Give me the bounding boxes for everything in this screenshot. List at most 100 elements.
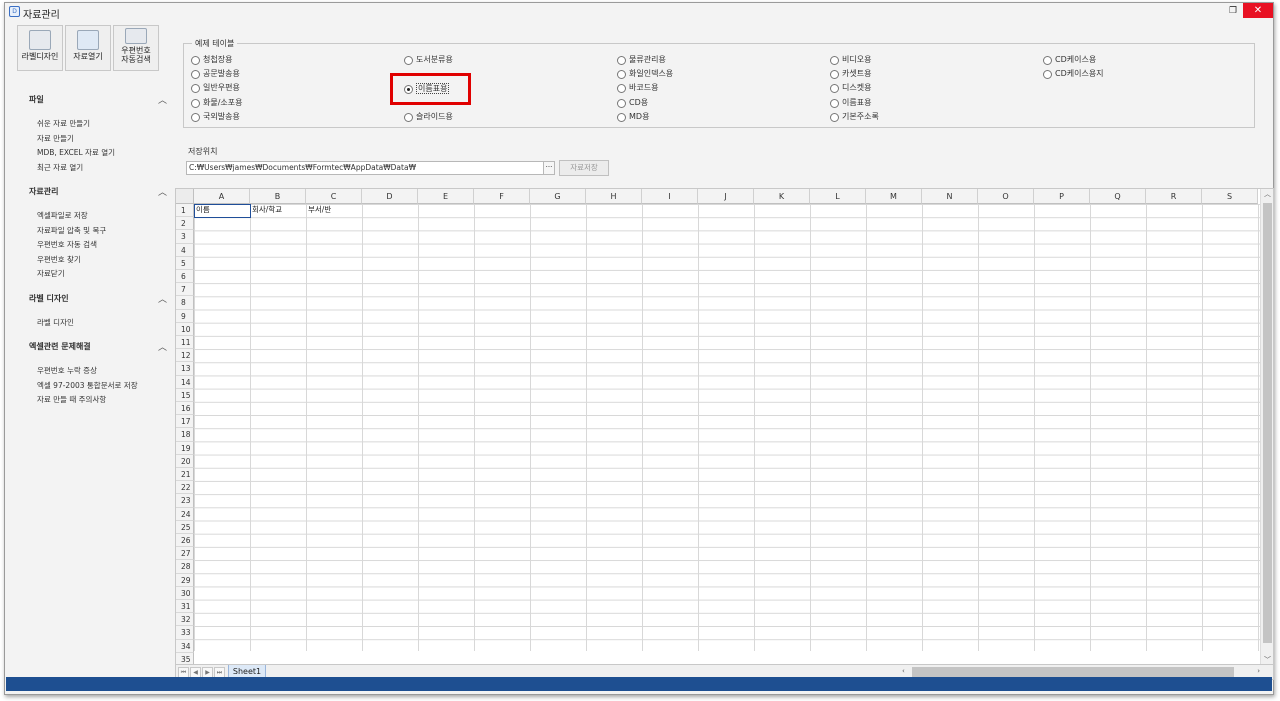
save-data-button[interactable]: 자료저장 [559,160,609,176]
column-header[interactable]: M [866,189,922,204]
cell-C1[interactable]: 부서/반 [306,204,362,217]
radio-option[interactable]: 디스켓용 [830,82,871,94]
radio-option[interactable]: 슬라이드용 [404,111,453,123]
row-header[interactable]: 4 [176,243,194,257]
chevron-up-icon[interactable]: ︿ [158,292,167,305]
row-header[interactable]: 22 [176,481,194,495]
row-header[interactable]: 5 [176,256,194,270]
column-header[interactable]: A [194,189,250,204]
column-header[interactable]: D [362,189,418,204]
row-header[interactable]: 1 [176,204,194,218]
sidebar-item[interactable]: 자료닫기 [29,267,169,282]
row-header[interactable]: 12 [176,349,194,363]
restore-icon[interactable]: ❐ [1227,6,1239,17]
sidebar-item[interactable]: 최근 자료 열기 [29,161,169,176]
cell-grid[interactable] [194,204,1262,651]
scroll-right-icon[interactable]: › [1257,667,1260,675]
vertical-scroll-thumb[interactable] [1263,203,1272,643]
cell-B1[interactable]: 회사/학교 [250,204,306,217]
row-header[interactable]: 2 [176,217,194,231]
column-header[interactable]: B [250,189,306,204]
row-header[interactable]: 30 [176,586,194,600]
radio-option[interactable]: 물류관리용 [617,54,666,66]
column-header[interactable]: J [698,189,754,204]
row-header[interactable]: 33 [176,626,194,640]
radio-option[interactable]: 화일인덱스용 [617,68,673,80]
row-header[interactable]: 16 [176,402,194,416]
column-header[interactable]: H [586,189,642,204]
column-header[interactable]: E [418,189,474,204]
sidebar-item[interactable]: 자료 만들 때 주의사항 [29,393,169,408]
radio-option[interactable]: 청첩장용 [191,54,232,66]
radio-option[interactable]: 화물/소포용 [191,97,243,109]
row-header[interactable]: 34 [176,639,194,653]
row-header[interactable]: 24 [176,507,194,521]
radio-option[interactable]: MD용 [617,111,649,123]
sidebar-item[interactable]: 라벨 디자인 [29,316,169,331]
row-header[interactable]: 11 [176,336,194,350]
row-header[interactable]: 8 [176,296,194,310]
radio-option[interactable]: CD용 [617,97,648,109]
sidebar-item[interactable]: 우편번호 누락 증상 [29,364,169,379]
row-header[interactable]: 14 [176,375,194,389]
column-header[interactable]: S [1202,189,1258,204]
row-header[interactable]: 29 [176,573,194,587]
row-header[interactable]: 10 [176,322,194,336]
chevron-up-icon[interactable]: ︿ [158,93,167,106]
row-header[interactable]: 28 [176,560,194,574]
column-header[interactable]: Q [1090,189,1146,204]
column-header[interactable]: O [978,189,1034,204]
row-header[interactable]: 6 [176,270,194,284]
sidebar-item[interactable]: 자료파일 압축 및 복구 [29,224,169,239]
row-header[interactable]: 18 [176,428,194,442]
select-all-corner[interactable] [176,189,194,204]
radio-option[interactable]: 도서분류용 [404,54,453,66]
column-header[interactable]: G [530,189,586,204]
column-header[interactable]: L [810,189,866,204]
radio-option[interactable]: CD케이스용지 [1043,68,1104,80]
sidebar-group-title[interactable]: 라벨 디자인 [29,292,169,306]
close-button[interactable]: ✕ [1243,3,1273,18]
label-design-button[interactable]: 라벨디자인 [17,25,63,71]
column-header[interactable]: R [1146,189,1202,204]
radio-option[interactable]: 국외발송용 [191,111,240,123]
row-header[interactable]: 19 [176,441,194,455]
column-header[interactable]: K [754,189,810,204]
row-header[interactable]: 9 [176,309,194,323]
sidebar-item[interactable]: 우편번호 자동 검색 [29,238,169,253]
radio-option[interactable]: 카셋트용 [830,68,871,80]
row-header[interactable]: 27 [176,547,194,561]
row-header[interactable]: 21 [176,468,194,482]
radio-option[interactable]: 비디오용 [830,54,871,66]
sidebar-item[interactable]: 우편번호 찾기 [29,253,169,268]
row-header[interactable]: 25 [176,520,194,534]
sidebar-item[interactable]: 엑셀파일로 저장 [29,209,169,224]
vertical-scrollbar[interactable]: ︿ ﹀ [1260,189,1273,665]
open-data-button[interactable]: 자료열기 [65,25,111,71]
row-header[interactable]: 17 [176,415,194,429]
radio-option[interactable]: 바코드용 [617,82,658,94]
radio-option[interactable]: CD케이스용 [1043,54,1096,66]
sidebar-item[interactable]: 엑셀 97-2003 통합문서로 저장 [29,379,169,394]
sidebar-item[interactable]: 쉬운 자료 만들기 [29,117,169,132]
row-header[interactable]: 26 [176,534,194,548]
row-header[interactable]: 3 [176,230,194,244]
radio-option[interactable]: 기본주소록 [830,111,879,123]
row-header[interactable]: 31 [176,600,194,614]
column-header[interactable]: I [642,189,698,204]
scroll-left-icon[interactable]: ‹ [902,667,905,675]
row-header[interactable]: 20 [176,454,194,468]
radio-option[interactable]: 이름표용 [830,97,871,109]
row-header[interactable]: 15 [176,388,194,402]
column-header[interactable]: C [306,189,362,204]
column-header[interactable]: N [922,189,978,204]
sidebar-group-title[interactable]: 자료관리 [29,185,169,199]
spreadsheet[interactable]: ABCDEFGHIJKLMNOPQRS 1 2 3 4 5 6 7 8 9 10 11 12 13 14 1… [175,188,1274,680]
sidebar-item[interactable]: MDB, EXCEL 자료 열기 [29,146,169,161]
row-header[interactable]: 23 [176,494,194,508]
save-path-field[interactable]: C:₩Users₩james₩Documents₩Formtec₩AppData… [186,161,544,175]
radio-option[interactable]: 일반우편용 [191,82,240,94]
column-header[interactable]: F [474,189,530,204]
chevron-up-icon[interactable]: ︿ [158,185,167,198]
scroll-up-icon[interactable]: ︿ [1261,189,1273,199]
